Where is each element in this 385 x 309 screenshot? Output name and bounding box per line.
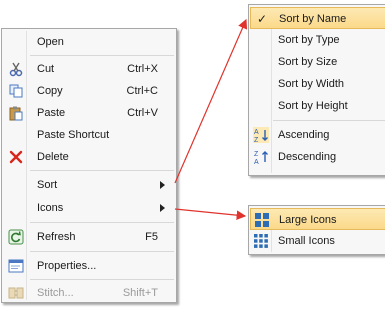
menu-item-label: Sort by Size [278,56,338,68]
delete-icon [8,149,24,165]
descending-item[interactable]: ZA Descending [250,146,385,168]
clipboard-icon [8,105,24,121]
scissors-icon [8,61,24,77]
sort-by-size-item[interactable]: Sort by Size [250,51,385,73]
stitch-icon [8,285,24,301]
icons-connector-arrow [174,208,247,220]
svg-text:A: A [254,159,259,165]
menu-separator [30,279,174,280]
menu-item-label: Paste Shortcut [37,129,110,141]
sort-submenu: ✓ Sort by Name Sort by Type Sort by Size… [248,4,385,176]
icons-submenu: Large Icons Small Icons [248,205,385,255]
menu-item-delete[interactable]: Delete [3,146,175,168]
sort-connector-arrow [174,18,248,184]
large-icons-item[interactable]: Large Icons [250,208,385,230]
menu-item-label: Cut [37,63,55,75]
context-menu: Open Cut Ctrl+X Copy Ctrl+C Paste Ctrl+V… [1,28,177,303]
menu-item-sort[interactable]: Sort [3,174,175,196]
menu-item-label: Descending [278,151,337,163]
menu-item-shortcut: Ctrl+C [126,85,158,97]
menu-item-refresh[interactable]: Refresh F5 [3,226,175,248]
menu-item-shortcut: Ctrl+V [127,107,158,119]
menu-separator [30,170,174,171]
sort-ascending-icon: AZ [253,127,269,144]
svg-text:Z: Z [254,137,259,143]
menu-item-label: Delete [37,151,69,163]
svg-text:Z: Z [254,151,259,158]
menu-item-label: Sort by Width [278,78,345,90]
menu-item-label: Open [37,36,64,48]
small-icons-item[interactable]: Small Icons [250,230,385,252]
menu-item-label: Refresh [37,231,76,243]
menu-item-label: Copy [37,85,63,97]
menu-item-paste[interactable]: Paste Ctrl+V [3,102,175,124]
properties-icon [8,258,24,274]
sort-by-width-item[interactable]: Sort by Width [250,73,385,95]
menu-item-label: Sort by Height [278,100,348,112]
check-mark-icon: ✓ [257,12,268,26]
small-icons-icon [253,233,269,249]
menu-item-open[interactable]: Open [3,31,175,53]
menu-item-label: Small Icons [278,235,335,247]
refresh-icon [8,229,24,245]
sort-by-name-item[interactable]: ✓ Sort by Name [250,7,385,29]
menu-item-label: Sort [37,179,58,191]
submenu-arrow-icon [160,204,165,212]
menu-item-shortcut: F5 [145,231,158,243]
menu-separator [30,251,174,252]
menu-item-icons[interactable]: Icons [3,197,175,219]
sort-by-type-item[interactable]: Sort by Type [250,29,385,51]
menu-item-paste-shortcut[interactable]: Paste Shortcut [3,124,175,146]
svg-text:A: A [254,129,259,136]
sort-by-height-item[interactable]: Sort by Height [250,95,385,117]
menu-item-label: Large Icons [279,214,337,226]
menu-separator [273,120,385,121]
menu-item-label: Paste [37,107,66,119]
menu-item-label: Sort by Type [278,34,340,46]
menu-item-shortcut: Ctrl+X [127,63,158,75]
ascending-item[interactable]: AZ Ascending [250,124,385,146]
menu-separator [30,222,174,223]
submenu-arrow-icon [160,181,165,189]
menu-item-properties[interactable]: Properties... [3,255,175,277]
large-icons-icon [254,212,270,228]
menu-item-copy[interactable]: Copy Ctrl+C [3,80,175,102]
sort-descending-icon: ZA [253,149,269,166]
menu-item-label: Stitch... [37,287,74,299]
copy-icon [8,83,24,99]
menu-item-label: Properties... [37,260,97,272]
menu-item-label: Ascending [278,129,330,141]
menu-item-stitch: Stitch... Shift+T [3,282,175,304]
menu-item-label: Sort by Name [279,13,347,25]
menu-item-cut[interactable]: Cut Ctrl+X [3,58,175,80]
menu-item-label: Icons [37,202,64,214]
menu-separator [30,55,174,56]
menu-item-shortcut: Shift+T [122,287,158,299]
